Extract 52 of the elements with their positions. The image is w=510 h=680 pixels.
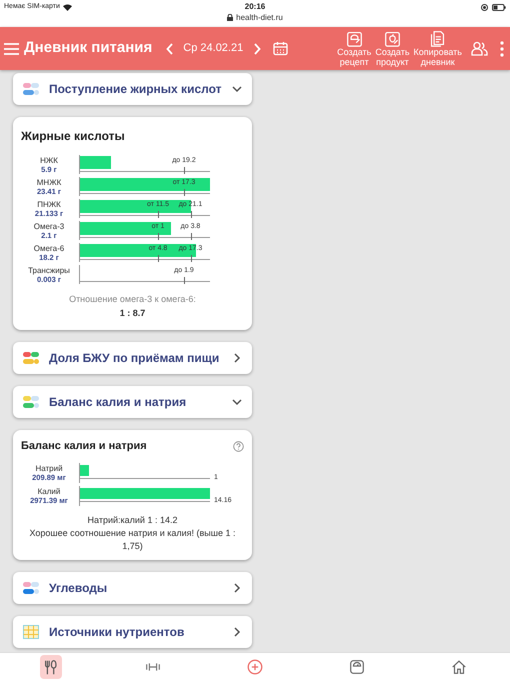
- section-header[interactable]: Поступление жирных кислот: [13, 73, 252, 105]
- nutrient-name: Омега-6: [34, 244, 64, 252]
- bars-icon: [23, 352, 39, 364]
- section-title: Углеводы: [49, 580, 108, 597]
- section-title: Поступление жирных кислот: [49, 81, 222, 98]
- url-text: health-diet.ru: [236, 12, 283, 23]
- nutrient-name: ПНЖК: [37, 200, 61, 208]
- section-title: Доля БЖУ по приёмам пищи: [49, 350, 220, 367]
- nutrient-name: Омега-3: [34, 222, 64, 230]
- bars-icon: [23, 396, 39, 408]
- clock-text: 20:16: [244, 1, 266, 12]
- section-header[interactable]: Доля БЖУ по приёмам пищи: [13, 342, 252, 374]
- more-icon[interactable]: [500, 40, 504, 56]
- mineral-name: Калий: [38, 486, 60, 496]
- mineral-name: Натрий: [35, 464, 63, 472]
- nutrient-name: МНЖК: [36, 178, 62, 186]
- lock-icon: [227, 14, 234, 21]
- chevron-right-icon: [232, 627, 242, 637]
- bars-icon: [23, 83, 39, 95]
- chevron-right-icon: [232, 583, 242, 593]
- menu-icon[interactable]: [4, 42, 19, 54]
- apple-edit-icon: [384, 30, 401, 47]
- help-icon[interactable]: [233, 440, 244, 452]
- chevron-left-icon[interactable]: [166, 42, 174, 54]
- nutrient-name: НЖК: [40, 156, 58, 164]
- documents-icon: [429, 30, 446, 47]
- table-icon: [23, 625, 39, 639]
- section-header[interactable]: Источники нутриентов: [13, 616, 252, 648]
- section-header[interactable]: Баланс калия и натрия: [13, 386, 252, 418]
- ratio-label: Отношение омега-3 к омега-6:: [68, 293, 197, 306]
- section-header[interactable]: Углеводы: [13, 572, 252, 604]
- section-title: Баланс калия и натрия: [49, 394, 188, 411]
- ratio-text: Натрий:калий 1 : 14.2: [86, 514, 178, 527]
- users-icon[interactable]: [471, 41, 488, 56]
- chevron-down-icon: [232, 84, 242, 94]
- section-title: Источники нутриентов: [49, 624, 186, 641]
- calendar-icon[interactable]: [273, 41, 288, 56]
- fork-spoon-icon[interactable]: [40, 654, 62, 678]
- ratio-value: 1 : 8.7: [118, 306, 146, 320]
- chevron-right-icon[interactable]: [253, 42, 262, 54]
- card-title: Баланс калия и натрия: [21, 439, 147, 454]
- app-title: Дневник питания: [24, 38, 152, 58]
- chevron-down-icon: [232, 397, 242, 407]
- card-title: Жирные кислоты: [21, 128, 126, 145]
- nutrient-name: Трансжиры: [28, 266, 70, 274]
- bars-icon: [23, 582, 39, 594]
- note-text: Хорошее соотношение натрия и калия! (выше 1 : 1,75): [28, 527, 236, 553]
- chevron-right-icon: [232, 353, 242, 363]
- chef-hat-edit-icon: [346, 30, 363, 47]
- wifi-icon: [62, 4, 72, 11]
- battery-icon: [492, 4, 506, 11]
- rotation-lock-icon: [481, 4, 488, 11]
